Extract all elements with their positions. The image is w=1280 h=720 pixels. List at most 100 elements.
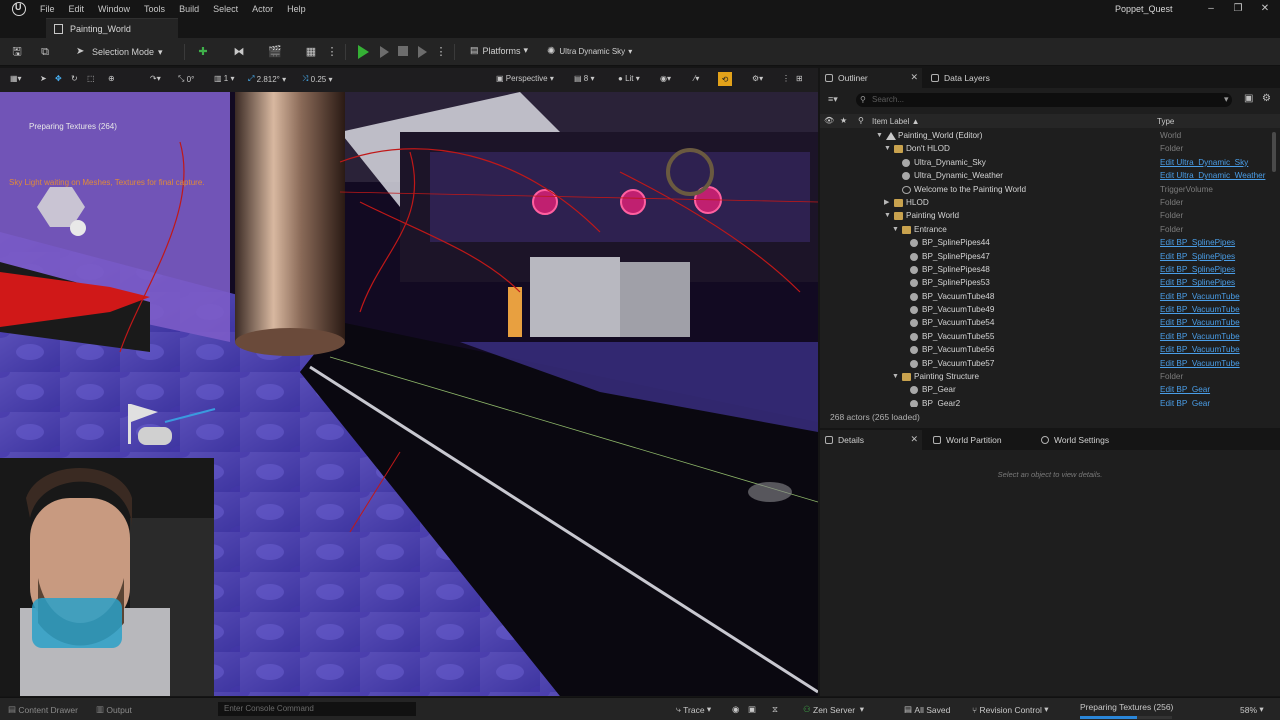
viewport-options-icon[interactable]: ⋮: [782, 74, 790, 83]
close-tab-icon[interactable]: ✕: [910, 434, 918, 445]
expand-arrow-icon[interactable]: ▼: [892, 223, 899, 236]
outliner-row[interactable]: BP_SplinePipes48 Edit BP_SplinePipes: [820, 263, 1270, 276]
outliner-row[interactable]: BP_VacuumTube49 Edit BP_VacuumTube: [820, 303, 1270, 316]
menu-file[interactable]: File: [40, 4, 65, 14]
save-icon[interactable]: 🖫: [10, 45, 24, 59]
rotate-tool-icon[interactable]: ↻: [71, 74, 78, 83]
expand-arrow-icon[interactable]: ▼: [876, 129, 883, 142]
outliner-row[interactable]: BP_SplinePipes47 Edit BP_SplinePipes: [820, 250, 1270, 263]
edit-blueprint-link[interactable]: Edit Ultra_Dynamic_Sky: [1160, 156, 1248, 169]
more-options-icon[interactable]: ⋮: [325, 45, 339, 59]
pin-column-icon[interactable]: ★: [840, 116, 847, 125]
menu-build[interactable]: Build: [179, 4, 209, 14]
fov-dropdown[interactable]: ▤ 8 ▾: [574, 74, 595, 83]
settings-gear-icon[interactable]: ⚙: [1262, 93, 1271, 104]
step-play-button[interactable]: [380, 46, 389, 58]
edit-blueprint-link[interactable]: Edit BP_VacuumTube: [1160, 330, 1240, 343]
tab-world-settings[interactable]: World Settings: [1036, 430, 1136, 450]
menu-window[interactable]: Window: [98, 4, 140, 14]
pin-icon[interactable]: ⚲: [858, 116, 864, 125]
select-tool-icon[interactable]: ➤: [40, 74, 47, 83]
outliner-search-input[interactable]: ⚲ Search...: [856, 93, 1232, 107]
outliner-row[interactable]: ▼ Don't HLOD Folder: [820, 142, 1270, 155]
outliner-row[interactable]: BP_Gear Edit BP_Gear: [820, 383, 1270, 396]
edit-blueprint-link[interactable]: Edit BP_VacuumTube: [1160, 303, 1240, 316]
world-space-icon[interactable]: ⊕: [108, 74, 115, 83]
realtime-toggle-icon[interactable]: ⟲: [718, 72, 732, 86]
level-tab[interactable]: Painting_World: [46, 18, 178, 38]
zen-server-dropdown[interactable]: ⚇ Zen Server ▾: [803, 704, 864, 715]
stop-button[interactable]: [398, 46, 408, 56]
add-actor-icon[interactable]: ✚: [196, 45, 210, 59]
edit-blueprint-link[interactable]: Edit BP_VacuumTube: [1160, 316, 1240, 329]
menu-actor[interactable]: Actor: [252, 4, 283, 14]
revision-control-dropdown[interactable]: ⑂ Revision Control ▾: [972, 704, 1049, 715]
edit-blueprint-link[interactable]: Edit BP_SplinePipes: [1160, 236, 1235, 249]
outliner-row[interactable]: BP_SplinePipes53 Edit BP_SplinePipes: [820, 276, 1270, 289]
close-window-icon[interactable]: ✕: [1258, 2, 1272, 16]
edit-blueprint-link[interactable]: Edit BP_SplinePipes: [1160, 250, 1235, 263]
tab-details[interactable]: Details ✕: [820, 430, 922, 450]
outliner-row[interactable]: BP_SplinePipes44 Edit BP_SplinePipes: [820, 236, 1270, 249]
camera-speed-control[interactable]: ⤨ 0.25 ▾: [302, 74, 332, 84]
record-icon[interactable]: ◉: [732, 704, 739, 715]
item-label-column-header[interactable]: Item Label ▲: [872, 117, 920, 126]
outliner-row[interactable]: BP_VacuumTube55 Edit BP_VacuumTube: [820, 330, 1270, 343]
eject-play-button[interactable]: [418, 46, 427, 58]
performance-icon[interactable]: ⁄▾: [694, 74, 699, 83]
content-browser-icon[interactable]: ⧉: [38, 45, 52, 59]
edit-blueprint-link[interactable]: Edit BP_VacuumTube: [1160, 357, 1240, 370]
tab-world-partition[interactable]: World Partition: [928, 430, 1028, 450]
outliner-row[interactable]: ▼ Painting World Folder: [820, 209, 1270, 222]
edit-blueprint-link[interactable]: Edit BP_VacuumTube: [1160, 290, 1240, 303]
cinematics-icon[interactable]: 🎬: [268, 45, 282, 59]
scale-tool-icon[interactable]: ⬚: [87, 74, 95, 83]
zoom-dropdown[interactable]: 58% ▾: [1240, 704, 1264, 715]
outliner-row[interactable]: Welcome to the Painting World TriggerVolu…: [820, 183, 1270, 196]
close-tab-icon[interactable]: ✕: [910, 72, 918, 83]
outliner-row[interactable]: BP_VacuumTube54 Edit BP_VacuumTube: [820, 316, 1270, 329]
outliner-row[interactable]: Ultra_Dynamic_Sky Edit Ultra_Dynamic_Sky: [820, 156, 1270, 169]
blueprint-icon[interactable]: ⧓: [232, 45, 246, 59]
menu-select[interactable]: Select: [213, 4, 248, 14]
outliner-row[interactable]: ▼ Painting_World (Editor) World: [820, 129, 1270, 142]
screenshot-icon[interactable]: ▣: [748, 704, 756, 715]
collapse-arrow-icon[interactable]: ▶: [884, 196, 889, 209]
grid-snap-toggle[interactable]: ⤡ 0°: [178, 74, 194, 84]
outliner-row[interactable]: ▼ Entrance Folder: [820, 223, 1270, 236]
tab-outliner[interactable]: Outliner ✕: [820, 68, 922, 88]
build-icon[interactable]: ▦: [304, 45, 318, 59]
restore-icon[interactable]: ❐: [1231, 2, 1245, 16]
expand-arrow-icon[interactable]: ▼: [884, 142, 891, 155]
chevron-down-icon[interactable]: ▾: [1224, 94, 1229, 105]
menu-tools[interactable]: Tools: [144, 4, 175, 14]
play-button[interactable]: [358, 45, 369, 59]
edit-blueprint-link[interactable]: Edit BP_Gear: [1160, 397, 1210, 407]
outliner-row[interactable]: BP_Gear2 Edit BP_Gear: [820, 397, 1270, 407]
visibility-column-icon[interactable]: 👁: [824, 116, 834, 125]
add-folder-icon[interactable]: ▣: [1244, 93, 1253, 104]
outliner-row[interactable]: BP_VacuumTube57 Edit BP_VacuumTube: [820, 357, 1270, 370]
outliner-row[interactable]: ▶ HLOD Folder: [820, 196, 1270, 209]
translate-tool-icon[interactable]: ✥: [55, 74, 62, 83]
all-saved-button[interactable]: ▤ All Saved: [904, 704, 950, 715]
edit-blueprint-link[interactable]: Edit BP_VacuumTube: [1160, 343, 1240, 356]
view-mode-dropdown[interactable]: ● Lit ▾: [618, 74, 640, 83]
insights-icon[interactable]: ⧖: [772, 704, 778, 715]
edit-blueprint-link[interactable]: Edit BP_SplinePipes: [1160, 276, 1235, 289]
play-options-icon[interactable]: ⋮: [434, 45, 448, 59]
ultra-dynamic-sky-dropdown[interactable]: ✺ Ultra Dynamic Sky ▾: [547, 46, 632, 57]
filter-icon[interactable]: ≡▾: [828, 94, 838, 105]
output-log-button[interactable]: ▥ Output: [96, 704, 132, 715]
outliner-row[interactable]: BP_VacuumTube56 Edit BP_VacuumTube: [820, 343, 1270, 356]
outliner-row[interactable]: ▼ Painting Structure Folder: [820, 370, 1270, 383]
outliner-scrollbar[interactable]: [1272, 132, 1276, 172]
outliner-row[interactable]: Ultra_Dynamic_Weather Edit Ultra_Dynamic_…: [820, 169, 1270, 182]
edit-blueprint-link[interactable]: Edit Ultra_Dynamic_Weather: [1160, 169, 1265, 182]
trace-dropdown[interactable]: ⤷ Trace ▾: [676, 704, 711, 715]
menu-edit[interactable]: Edit: [69, 4, 95, 14]
show-flags-icon[interactable]: ◉▾: [660, 74, 671, 83]
surface-snap-icon[interactable]: ↷▾: [150, 74, 161, 83]
viewport-menu-icon[interactable]: ▦▾: [10, 74, 22, 83]
expand-arrow-icon[interactable]: ▼: [884, 209, 891, 222]
